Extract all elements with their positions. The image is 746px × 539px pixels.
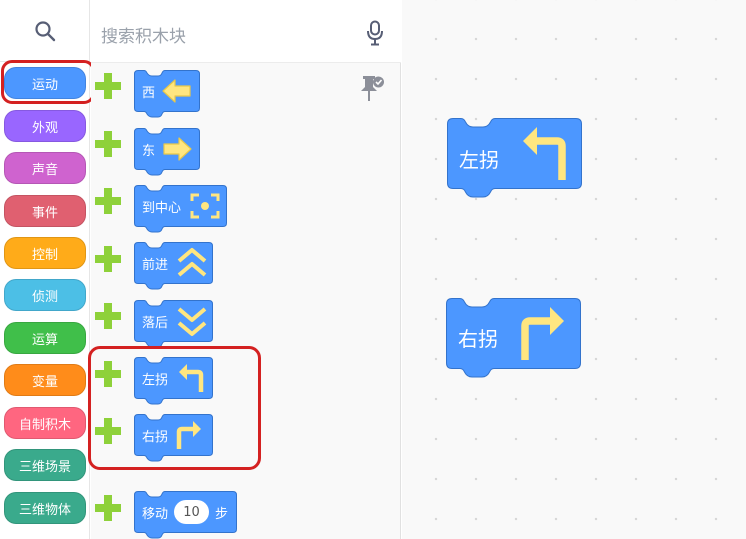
- center-target-icon: [190, 193, 220, 219]
- category-label: 控制: [31, 247, 58, 263]
- block-east[interactable]: 东: [134, 128, 200, 176]
- block-label: 西: [142, 86, 156, 101]
- turn-left-icon: [523, 127, 566, 180]
- block-search-bar: 搜索积木块: [91, 0, 401, 63]
- turn-right-icon: [521, 307, 564, 360]
- add-block-plus-icon[interactable]: [93, 71, 123, 101]
- editor-root: 运动 外观 声音 事件 控制 侦测 运算 变量 自制积木 三维场景 三维物体 搜…: [0, 0, 746, 539]
- category-variables[interactable]: 变量: [4, 364, 86, 396]
- block-west[interactable]: 西: [134, 70, 200, 118]
- block-backward[interactable]: 落后: [134, 300, 213, 348]
- block-suffix-label: 步: [215, 507, 229, 522]
- category-label: 三维物体: [18, 502, 71, 518]
- add-block-plus-icon[interactable]: [93, 301, 123, 331]
- category-label: 三维场景: [18, 459, 71, 475]
- steps-input[interactable]: 10: [174, 500, 209, 524]
- category-3d-scene[interactable]: 三维场景: [4, 449, 86, 481]
- category-my-blocks[interactable]: 自制积木: [4, 407, 86, 439]
- add-block-plus-icon[interactable]: [93, 244, 123, 274]
- category-looks[interactable]: 外观: [4, 110, 86, 142]
- microphone-icon[interactable]: [366, 20, 384, 46]
- pin-icon[interactable]: [359, 74, 385, 104]
- block-move-steps[interactable]: 移动 10 步: [134, 491, 237, 539]
- block-label: 移动: [142, 507, 169, 522]
- block-label: 落后: [142, 316, 169, 331]
- selected-category-highlight: [1, 60, 95, 104]
- category-sound[interactable]: 声音: [4, 152, 86, 184]
- workspace-block-turn-left[interactable]: 左拐: [447, 118, 582, 198]
- category-label: 外观: [31, 120, 58, 136]
- category-label: 自制积木: [18, 417, 71, 433]
- search-icon: [35, 20, 56, 41]
- category-label: 运算: [31, 332, 58, 348]
- category-3d-object[interactable]: 三维物体: [4, 492, 86, 524]
- category-label: 侦测: [31, 289, 58, 305]
- turn-blocks-highlight: [88, 346, 261, 470]
- workspace-block-turn-right[interactable]: 右拐: [446, 298, 581, 378]
- search-button[interactable]: [0, 0, 90, 62]
- category-column: 运动 外观 声音 事件 控制 侦测 运算 变量 自制积木 三维场景 三维物体: [0, 0, 95, 539]
- arrow-left-icon: [162, 79, 191, 103]
- block-label: 到中心: [142, 201, 182, 216]
- arrow-right-icon: [163, 137, 192, 161]
- workspace-block-label: 左拐: [459, 148, 499, 172]
- category-label: 事件: [31, 205, 58, 221]
- add-block-plus-icon[interactable]: [93, 129, 123, 159]
- add-block-plus-icon[interactable]: [93, 493, 123, 523]
- category-label: 声音: [31, 162, 58, 178]
- script-workspace[interactable]: 左拐 右拐: [402, 0, 746, 539]
- block-forward[interactable]: 前进: [134, 242, 213, 290]
- category-control[interactable]: 控制: [4, 237, 86, 269]
- chevron-double-up-icon: [177, 248, 207, 277]
- block-search-input[interactable]: 搜索积木块: [101, 22, 186, 47]
- category-label: 变量: [31, 374, 58, 390]
- category-sensing[interactable]: 侦测: [4, 279, 86, 311]
- block-label: 前进: [142, 258, 169, 273]
- add-block-plus-icon[interactable]: [93, 186, 123, 216]
- block-label: 东: [142, 144, 156, 159]
- category-events[interactable]: 事件: [4, 195, 86, 227]
- workspace-block-label: 右拐: [458, 327, 498, 351]
- block-to-center[interactable]: 到中心: [134, 185, 227, 233]
- category-operators[interactable]: 运算: [4, 322, 86, 354]
- chevron-double-down-icon: [177, 307, 207, 336]
